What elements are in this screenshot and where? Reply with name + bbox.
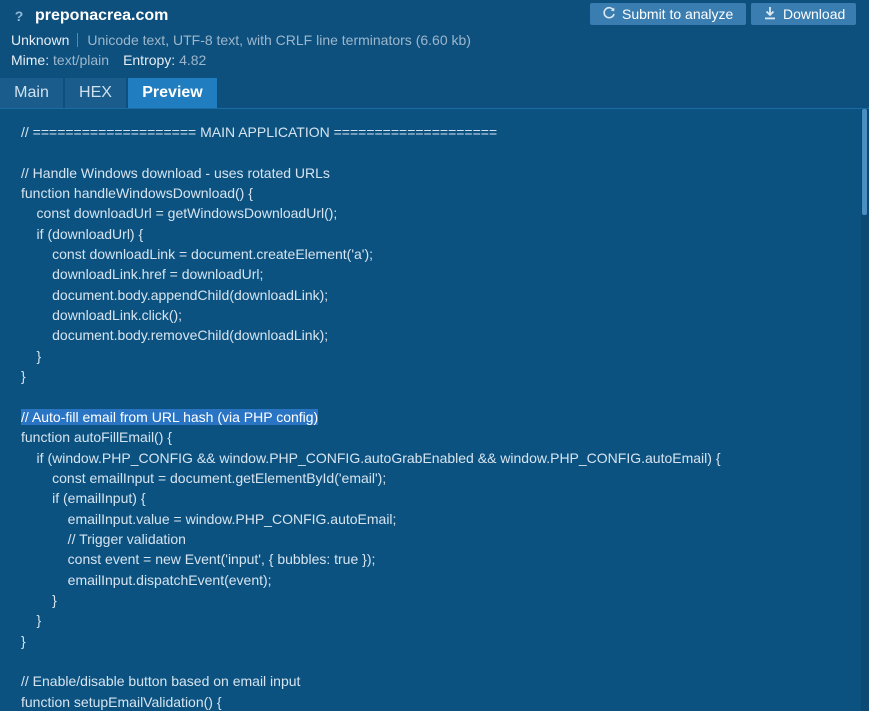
entropy-label: Entropy: — [123, 52, 176, 68]
file-header: ? preponacrea.com Unknown Unicode text, U… — [0, 0, 869, 78]
code-line: // Handle Windows download - uses rotate… — [21, 164, 330, 181]
code-line: if (downloadUrl) { — [21, 225, 144, 242]
vertical-scrollbar[interactable] — [861, 109, 869, 711]
file-viewer: ? preponacrea.com Unknown Unicode text, U… — [0, 0, 869, 711]
code-line: // Trigger validation — [21, 530, 186, 547]
selected-text: // Auto-fill email from URL hash (via PH… — [21, 408, 319, 425]
code-line: function setupEmailValidation() { — [21, 693, 222, 710]
code-line: // ==================== MAIN APPLICATION… — [21, 124, 498, 140]
code-line: } — [21, 591, 57, 608]
scrollbar-thumb[interactable] — [862, 109, 867, 215]
mime-value: text/plain — [53, 52, 110, 68]
code-line: document.body.appendChild(downloadLink); — [21, 286, 329, 303]
submit-to-analyze-button[interactable]: Submit to analyze — [590, 3, 746, 25]
code-line: const downloadUrl = getWindowsDownloadUr… — [21, 205, 338, 222]
code-preview[interactable]: // ==================== MAIN APPLICATION… — [0, 108, 869, 711]
code-line: const emailInput = document.getElementBy… — [21, 469, 387, 486]
download-label: Download — [783, 6, 846, 22]
divider — [77, 33, 79, 47]
tab-main[interactable]: Main — [0, 78, 63, 108]
code-line: if (emailInput) { — [21, 490, 146, 507]
code-line: } — [21, 347, 42, 364]
code-line: function handleWindowsDownload() { — [21, 185, 253, 202]
help-icon[interactable]: ? — [12, 8, 26, 24]
code-line: const downloadLink = document.createElem… — [21, 246, 374, 263]
refresh-icon — [601, 6, 617, 23]
code-line: const event = new Event('input', { bubbl… — [21, 551, 376, 568]
code-line: } — [21, 368, 26, 385]
file-meta: Mime: text/plain Entropy: 4.82 — [11, 52, 206, 68]
code-line: } — [21, 632, 26, 649]
code-line: // Enable/disable button based on email … — [21, 673, 301, 690]
download-button[interactable]: Download — [751, 3, 856, 25]
tab-preview[interactable]: Preview — [128, 78, 217, 108]
code-line: } — [21, 612, 42, 629]
file-description: Unicode text, UTF-8 text, with CRLF line… — [87, 32, 471, 48]
file-type-unknown: Unknown — [11, 32, 70, 48]
tab-hex[interactable]: HEX — [65, 78, 126, 108]
tab-bar: Main HEX Preview — [0, 78, 869, 108]
code-line: document.body.removeChild(downloadLink); — [21, 327, 329, 344]
file-name: preponacrea.com — [35, 7, 169, 24]
code-line: if (window.PHP_CONFIG && window.PHP_CONF… — [21, 449, 721, 466]
download-icon — [762, 6, 778, 23]
mime-label: Mime: — [11, 52, 50, 68]
title-row: ? preponacrea.com — [12, 5, 169, 27]
code-line: downloadLink.href = downloadUrl; — [21, 266, 264, 283]
entropy-value: 4.82 — [179, 52, 207, 68]
code-line: function autoFillEmail() { — [21, 429, 172, 446]
code-content: // ==================== MAIN APPLICATION… — [21, 122, 721, 711]
code-line: emailInput.dispatchEvent(event); — [21, 571, 272, 588]
code-line: downloadLink.click(); — [21, 307, 183, 324]
code-line: // Auto-fill email from URL hash (via PH… — [21, 407, 721, 427]
code-line: emailInput.value = window.PHP_CONFIG.aut… — [21, 510, 397, 527]
submit-label: Submit to analyze — [622, 6, 734, 22]
file-type-info: Unknown Unicode text, UTF-8 text, with CR… — [11, 32, 471, 48]
